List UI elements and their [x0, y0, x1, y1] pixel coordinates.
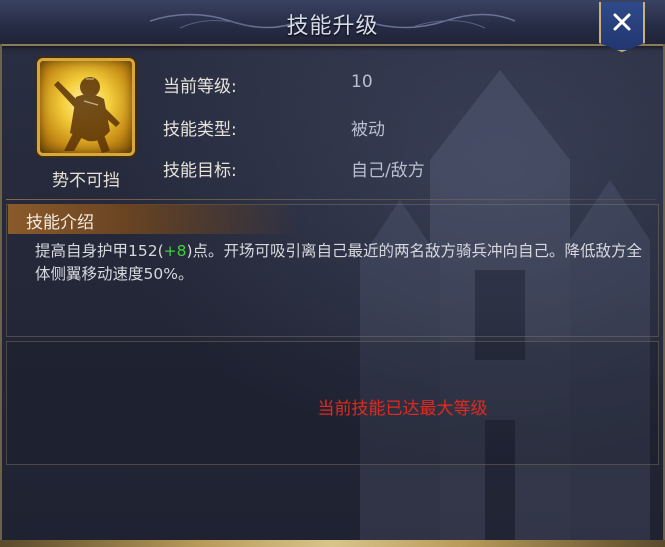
skill-upgrade-dialog: 技能升级 势不可挡 当前等级: 10 技能类型: 被动 技能目标: 自己/敌方 … [0, 0, 665, 547]
intro-header-label: 技能介绍 [26, 213, 94, 233]
description-text-1: 提高自身护甲152( [35, 242, 164, 260]
frame-left [0, 44, 2, 544]
charging-knight-icon [54, 77, 120, 153]
bottom-border [0, 540, 665, 547]
level-value: 10 [351, 72, 373, 92]
intro-header: 技能介绍 [8, 204, 298, 234]
level-label: 当前等级: [163, 77, 237, 97]
divider [6, 199, 656, 200]
close-icon [613, 13, 631, 31]
skill-description: 提高自身护甲152(+8)点。开场可吸引离自己最近的两名敌方骑兵冲向自己。降低敌… [35, 240, 645, 286]
title-bar: 技能升级 [0, 0, 665, 46]
skill-name: 势不可挡 [52, 171, 120, 191]
dialog-title: 技能升级 [286, 14, 379, 39]
target-label: 技能目标: [163, 161, 237, 181]
max-level-notice: 当前技能已达最大等级 [317, 399, 488, 419]
type-label: 技能类型: [163, 120, 237, 140]
description-bonus: +8 [163, 242, 187, 260]
target-value: 自己/敌方 [351, 161, 425, 181]
skill-icon-frame [37, 58, 135, 156]
close-button[interactable] [599, 2, 645, 52]
type-value: 被动 [351, 120, 385, 140]
